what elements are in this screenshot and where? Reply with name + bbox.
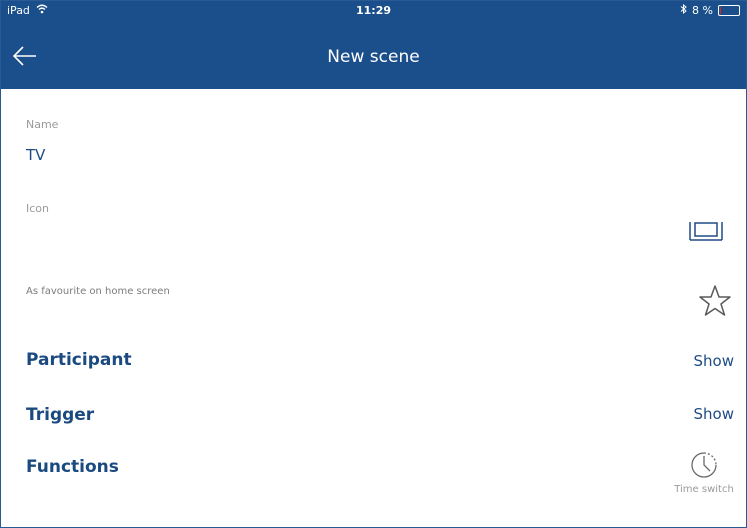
participant-section-title: Participant: [26, 350, 132, 370]
battery-icon: [718, 5, 740, 16]
status-bar: iPad 11:29 8 %: [1, 1, 746, 21]
time-switch-label: Time switch: [674, 484, 734, 495]
status-right: 8 %: [680, 3, 740, 17]
star-outline-icon[interactable]: [698, 284, 732, 322]
icon-label: Icon: [26, 202, 49, 215]
nav-bar: New scene: [1, 21, 746, 89]
name-label: Name: [26, 118, 59, 131]
tv-icon[interactable]: [688, 220, 724, 246]
favourite-label: As favourite on home screen: [26, 286, 170, 297]
battery-percent: 8 %: [692, 4, 713, 17]
trigger-show-link[interactable]: Show: [694, 405, 734, 423]
page-title: New scene: [327, 47, 420, 67]
bluetooth-icon: [680, 3, 687, 17]
trigger-section-title: Trigger: [26, 405, 95, 425]
participant-show-link[interactable]: Show: [694, 352, 734, 370]
app-window: iPad 11:29 8 % New scene Name TV Icon As…: [0, 0, 747, 528]
battery-level: [720, 7, 721, 14]
status-time: 11:29: [355, 4, 391, 17]
name-field[interactable]: TV: [26, 146, 45, 164]
time-switch-button[interactable]: Time switch: [672, 450, 736, 495]
functions-section-title: Functions: [26, 457, 119, 477]
clock-icon: [691, 452, 717, 478]
